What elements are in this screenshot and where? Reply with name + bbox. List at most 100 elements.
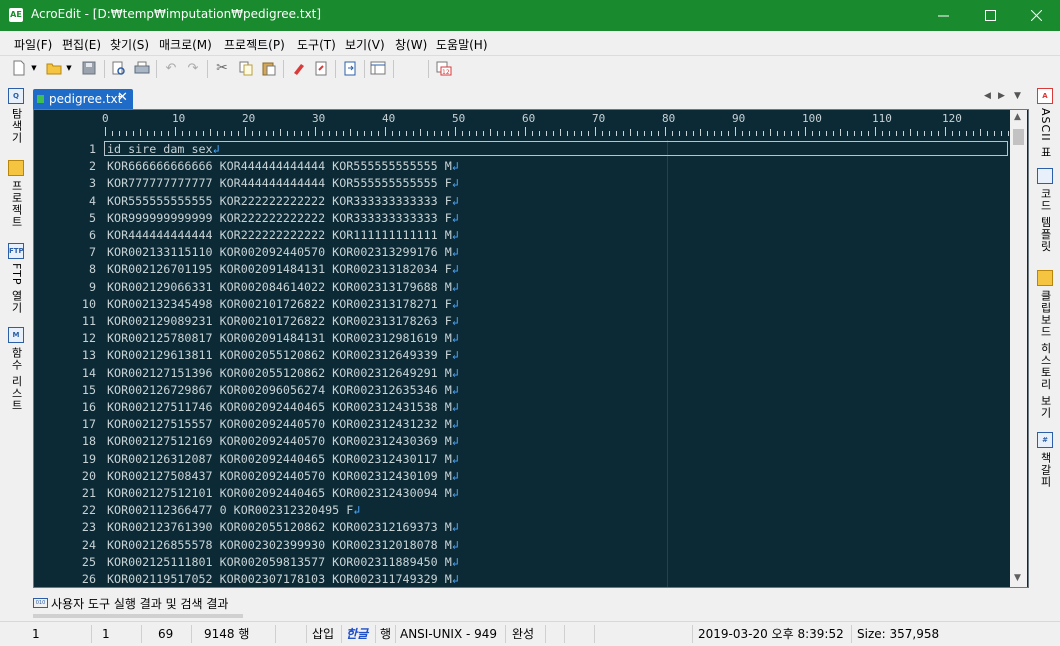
text-content[interactable]: id sire dam sex↲ KOR666666666666 KOR44444… [104, 140, 1010, 587]
text-line[interactable]: KOR002129066331 KOR002084614022 KOR00231… [107, 280, 459, 294]
text-line[interactable]: KOR002112366477 0 KOR002312320495 F↲ [107, 503, 360, 517]
open-dropdown-button[interactable]: ▼ [64, 59, 74, 77]
new-dropdown-button[interactable]: ▼ [29, 59, 39, 77]
scroll-down-icon[interactable]: ▼ [1014, 573, 1021, 583]
menu-project[interactable]: 프로젝트(P) [224, 36, 285, 53]
highlight-button[interactable] [289, 59, 307, 77]
maximize-button[interactable] [967, 0, 1013, 31]
clipboard-history-tab[interactable]: 클립보드 히스토리 보기 [1033, 270, 1057, 419]
line-number: 4 [88, 193, 96, 208]
menu-macro[interactable]: 매크로(M) [159, 36, 212, 53]
output-panel-splitter[interactable] [33, 614, 243, 618]
text-line[interactable]: KOR002127508437 KOR002092440570 KOR00231… [107, 469, 459, 483]
paste-icon [262, 62, 276, 75]
text-line[interactable]: KOR002127512101 KOR002092440465 KOR00231… [107, 486, 459, 500]
spell-check-button[interactable] [312, 59, 330, 77]
line-break-icon: ↲ [451, 365, 459, 380]
scrollbar-thumb[interactable] [1013, 129, 1024, 145]
app-logo-icon[interactable]: AE [9, 8, 23, 22]
status-insert-mode[interactable]: 삽입 [306, 625, 342, 643]
menu-view[interactable]: 보기(V) [345, 36, 385, 53]
scroll-up-icon[interactable]: ▲ [1014, 112, 1021, 122]
print-button[interactable] [133, 59, 151, 77]
text-line[interactable]: KOR002132345498 KOR002101726822 KOR00231… [107, 297, 459, 311]
cut-button[interactable]: ✂ [213, 59, 231, 77]
toolbar-separator [335, 60, 336, 78]
close-window-button[interactable] [1013, 0, 1059, 31]
undo-button[interactable]: ↶ [162, 59, 180, 77]
tab-pedigree-txt[interactable]: pedigree.txt ✕ [33, 89, 133, 109]
code-template-tab-label: 코드 템플릿 [1039, 188, 1052, 253]
status-ime-mode[interactable]: 한글 [342, 625, 376, 643]
new-file-button[interactable] [10, 59, 28, 77]
ftp-tab[interactable]: FTP FTP 열기 [4, 243, 28, 314]
text-line[interactable]: KOR555555555555 KOR222222222222 KOR33333… [107, 194, 459, 208]
line-text: KOR002129066331 KOR002084614022 KOR00231… [107, 279, 452, 294]
ascii-table-icon: A [1037, 88, 1053, 104]
open-file-button[interactable] [45, 59, 63, 77]
text-line[interactable]: KOR002129613811 KOR002055120862 KOR00231… [107, 348, 459, 362]
print-preview-button[interactable] [109, 59, 127, 77]
menu-find[interactable]: 찾기(S) [110, 36, 149, 53]
code-template-tab[interactable]: 코드 템플릿 [1033, 168, 1057, 253]
calendar-button[interactable]: 12 [435, 59, 453, 77]
toolbar-separator [364, 60, 365, 78]
output-panel-tab[interactable]: 010 사용자 도구 실행 결과 및 검색 결과 [31, 590, 1029, 620]
line-number: 7 [88, 245, 96, 260]
vertical-scrollbar[interactable]: ▲ ▼ [1010, 110, 1027, 587]
explorer-icon: Q [8, 88, 24, 104]
status-encoding[interactable]: ANSI-UNIX - 949 [396, 625, 506, 643]
text-line[interactable]: KOR002127151396 KOR002055120862 KOR00231… [107, 366, 459, 380]
menu-tools[interactable]: 도구(T) [297, 36, 336, 53]
minimize-button[interactable] [920, 0, 966, 31]
line-number: 5 [88, 210, 96, 225]
menu-edit[interactable]: 편집(E) [62, 36, 101, 53]
line-text: KOR002126729867 KOR002096056274 KOR00231… [107, 382, 452, 397]
text-line[interactable]: KOR002127515557 KOR002092440570 KOR00231… [107, 417, 459, 431]
text-line[interactable]: KOR666666666666 KOR444444444444 KOR55555… [107, 159, 459, 173]
go-to-button[interactable] [341, 59, 359, 77]
close-tab-icon[interactable]: ✕ [117, 90, 128, 105]
project-tab[interactable]: 프로젝트 [4, 160, 28, 228]
scroll-tabs-left-icon[interactable]: ◀ [984, 91, 991, 101]
text-line[interactable]: KOR002129089231 KOR002101726822 KOR00231… [107, 314, 459, 328]
text-line[interactable]: KOR444444444444 KOR222222222222 KOR11111… [107, 228, 459, 242]
text-line[interactable]: KOR002126729867 KOR002096056274 KOR00231… [107, 383, 459, 397]
text-editor[interactable]: 0 10 20 30 40 50 60 70 80 90 100 110 120 1 2 3 4 5 6 7 8 9 10… [33, 109, 1029, 588]
line-number: 1 [88, 142, 96, 156]
text-line[interactable]: KOR002125111801 KOR002059813577 KOR00231… [107, 555, 459, 569]
status-empty-1 [276, 625, 307, 643]
status-autocomplete[interactable]: 완성 [506, 625, 546, 643]
text-line[interactable]: KOR002133115110 KOR002092440570 KOR00231… [107, 245, 459, 259]
layout-button[interactable] [369, 59, 387, 77]
ascii-table-tab[interactable]: A ASCII 표 [1033, 88, 1057, 158]
redo-button[interactable]: ↷ [184, 59, 202, 77]
text-line[interactable]: KOR002126701195 KOR002091484131 KOR00231… [107, 262, 459, 276]
line-text: KOR002127511746 KOR002092440465 KOR00231… [107, 400, 452, 414]
function-list-tab[interactable]: M 함수 리스트 [4, 327, 28, 412]
text-line[interactable]: KOR999999999999 KOR222222222222 KOR33333… [107, 211, 459, 225]
line-number: 15 [81, 382, 96, 397]
menu-file[interactable]: 파일(F) [14, 36, 52, 53]
ruler-number: 10 [172, 112, 186, 125]
scroll-tabs-right-icon[interactable]: ▶ [998, 91, 1005, 101]
ftp-icon: FTP [8, 243, 24, 259]
text-line[interactable]: KOR002125780817 KOR002091484131 KOR00231… [107, 331, 459, 345]
line-number: 6 [88, 228, 96, 242]
explorer-tab[interactable]: Q 탐색기 [4, 88, 28, 144]
text-line[interactable]: KOR002123761390 KOR002055120862 KOR00231… [107, 520, 459, 534]
save-button[interactable] [80, 59, 98, 77]
tab-list-dropdown-icon[interactable]: ▼ [1014, 91, 1021, 101]
text-line[interactable]: KOR002119517052 KOR002307178103 KOR00231… [107, 572, 459, 586]
text-line[interactable]: KOR002126855578 KOR002302399930 KOR00231… [107, 538, 459, 552]
text-line[interactable]: KOR002127511746 KOR002092440465 KOR00231… [107, 400, 459, 414]
ftp-tab-label: FTP 열기 [10, 263, 23, 314]
paste-button[interactable] [260, 59, 278, 77]
menu-window[interactable]: 창(W) [395, 36, 427, 53]
text-line[interactable]: KOR777777777777 KOR444444444444 KOR55555… [107, 176, 459, 190]
menu-help[interactable]: 도움말(H) [436, 36, 488, 53]
bookmark-tab[interactable]: # 책갈피 [1033, 432, 1057, 488]
copy-button[interactable] [237, 59, 255, 77]
text-line[interactable]: KOR002127512169 KOR002092440570 KOR00231… [107, 434, 459, 448]
text-line[interactable]: KOR002126312087 KOR002092440465 KOR00231… [107, 452, 459, 466]
